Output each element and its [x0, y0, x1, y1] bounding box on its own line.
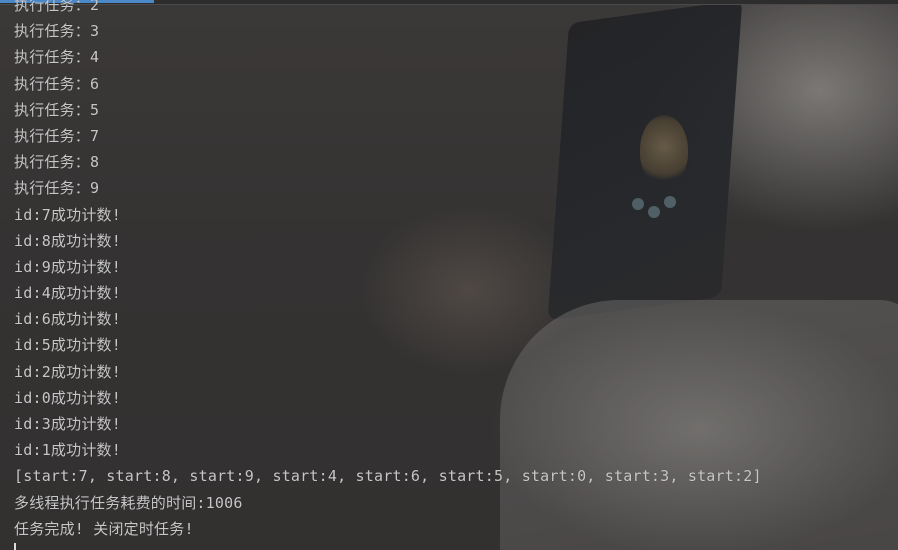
console-line: id:3成功计数!: [14, 415, 121, 433]
console-line: 多线程执行任务耗费的时间:1006: [14, 493, 243, 512]
console-line: id:6成功计数!: [14, 310, 121, 329]
console-line: 执行任务：6: [14, 74, 100, 93]
console-line: 执行任务：9: [14, 179, 100, 198]
console-line: id:0成功计数!: [14, 388, 121, 407]
console-line: 执行任务：3: [14, 22, 100, 41]
console-line: id:1成功计数!: [14, 441, 121, 460]
console-line: id:9成功计数!: [14, 257, 121, 276]
console-line: id:7成功计数!: [14, 205, 121, 224]
console-line: id:4成功计数!: [14, 284, 121, 303]
text-cursor: [14, 543, 16, 550]
console-line: 执行任务：4: [14, 48, 100, 67]
console-line: 任务完成! 关闭定时任务!: [14, 519, 194, 538]
console-output[interactable]: 执行任务：2 执行任务：3 执行任务：4 执行任务：6 执行任务：5 执行任务：…: [14, 0, 884, 542]
console-line: id:5成功计数!: [14, 336, 121, 355]
console-line: 执行任务：8: [14, 153, 100, 172]
console-line: [start:7, start:8, start:9, start:4, sta…: [14, 467, 762, 486]
console-line: id:2成功计数!: [14, 362, 121, 381]
console-line: id:8成功计数!: [14, 231, 121, 250]
console-line: 执行任务：7: [14, 126, 100, 145]
console-line: 执行任务：2: [14, 0, 100, 14]
console-line: 执行任务：5: [14, 100, 100, 119]
